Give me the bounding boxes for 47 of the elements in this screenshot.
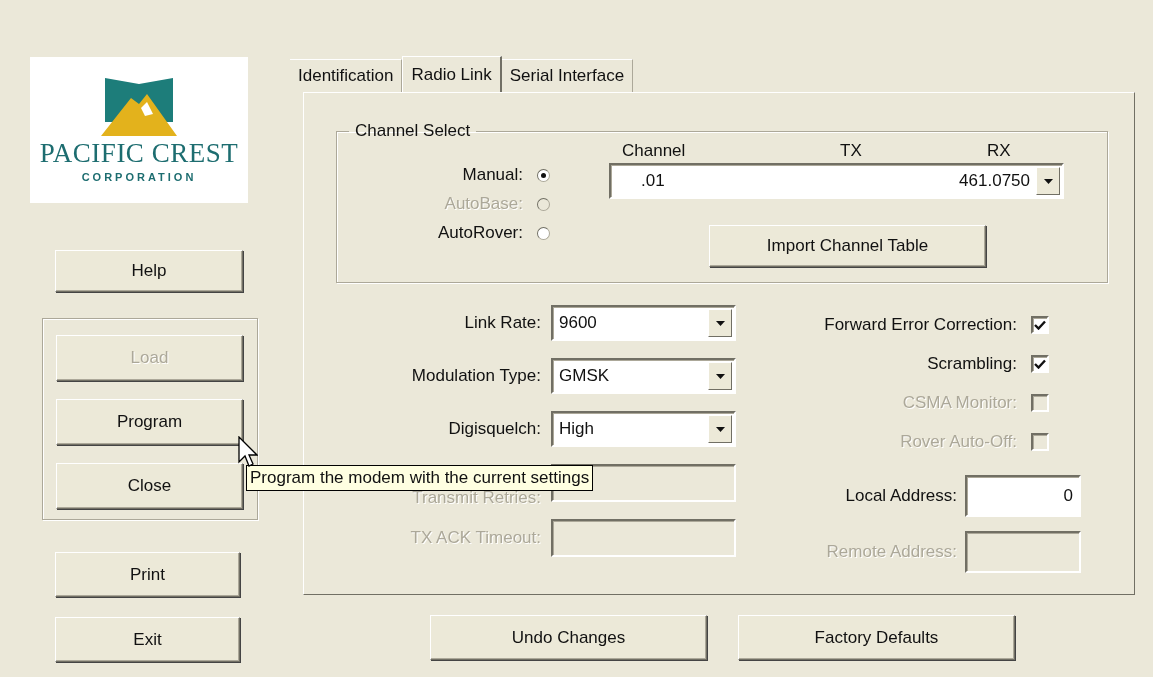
radio-button[interactable] (537, 168, 550, 182)
dropdown-arrow-icon (1043, 178, 1053, 184)
tab[interactable]: Serial Interface (501, 59, 634, 92)
checkbox[interactable] (1031, 354, 1049, 373)
checkbox[interactable] (1031, 315, 1049, 334)
tooltip: Program the modem with the current settings (246, 465, 594, 491)
mouse-pointer-icon (238, 436, 258, 468)
logo-subtitle: CORPORATION (81, 170, 197, 183)
group-title: Channel Select (354, 121, 472, 141)
field-label: Digisquelch: (447, 419, 541, 439)
column-header: RX (987, 141, 1012, 162)
tab[interactable]: Identification (290, 59, 403, 92)
import-channel-table-button[interactable]: Import Channel Table (709, 225, 986, 267)
field-label: Transmit Retries: (411, 488, 541, 508)
field-label: Local Address: (845, 486, 957, 506)
logo-name: PACIFIC CREST (39, 137, 239, 169)
column-header: TX (840, 141, 863, 162)
button[interactable]: Print (55, 552, 240, 597)
channel-dropdown[interactable]: .01 461.0750 (609, 163, 1064, 199)
radio-label: AutoRover: (437, 223, 523, 243)
button[interactable]: Factory Defaults (738, 615, 1015, 660)
dropdown-field[interactable]: 9600 (551, 305, 736, 341)
field-label: Remote Address: (826, 542, 957, 562)
field-label: Modulation Type: (410, 366, 541, 386)
button[interactable]: Program (56, 399, 243, 445)
dropdown-arrow-icon (715, 373, 725, 379)
button[interactable]: Undo Changes (430, 615, 707, 660)
field-label: TX ACK Timeout: (409, 528, 541, 548)
checkbox-label: Scrambling: (927, 353, 1017, 374)
tab[interactable]: Radio Link (402, 56, 502, 92)
field-label: Link Rate: (463, 313, 541, 333)
button[interactable]: Close (56, 463, 243, 509)
radio-label: AutoBase: (444, 194, 523, 214)
checkbox-label: Forward Error Correction: (824, 314, 1017, 335)
column-header: Channel (622, 141, 687, 162)
dropdown-arrow-icon (715, 320, 725, 326)
dropdown-field[interactable]: GMSK (551, 358, 736, 394)
radio-button[interactable] (537, 226, 550, 240)
dropdown-field[interactable]: High (551, 411, 736, 447)
button[interactable]: Help (55, 250, 243, 292)
mountain-logo-icon (101, 77, 177, 136)
checkbox-label: CSMA Monitor: (902, 392, 1017, 413)
button[interactable]: Exit (55, 617, 240, 662)
dropdown-arrow-icon (715, 426, 725, 432)
input-field[interactable]: 0 (965, 475, 1081, 517)
checkbox-label: Rover Auto-Off: (900, 431, 1017, 452)
radio-label: Manual: (462, 165, 523, 185)
